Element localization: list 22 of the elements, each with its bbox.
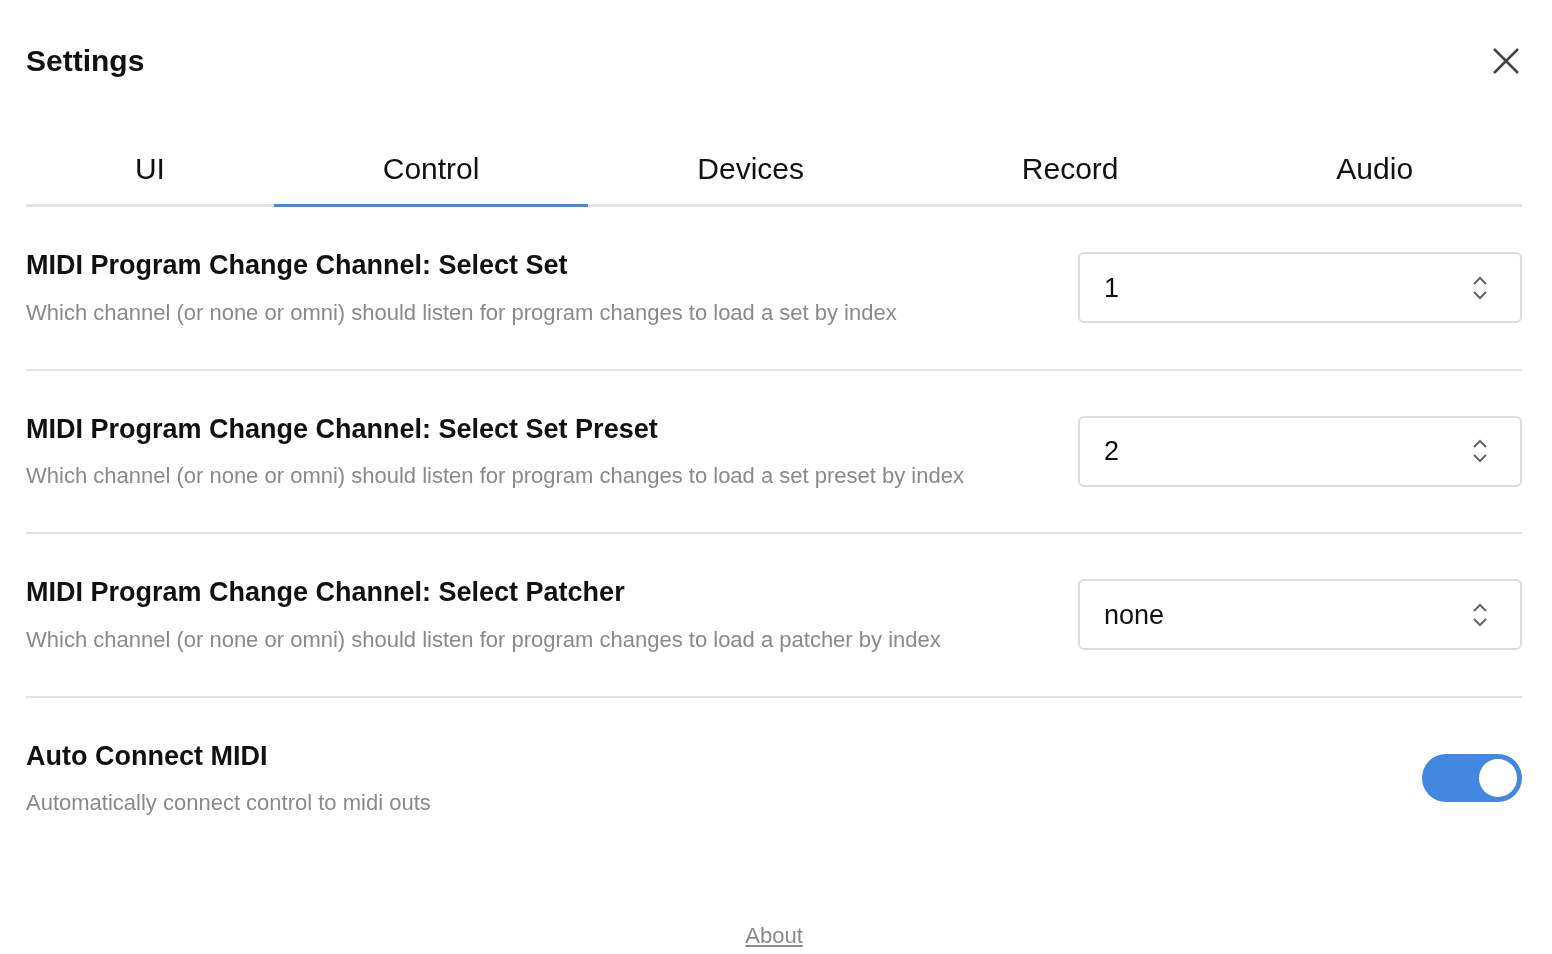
select-field[interactable]: 2 xyxy=(1078,415,1522,487)
select-field[interactable]: none xyxy=(1078,579,1522,651)
tab[interactable]: UI xyxy=(26,133,274,207)
tab[interactable]: Devices xyxy=(588,133,913,207)
chevron-up-down-icon xyxy=(1472,601,1488,628)
setting-title: MIDI Program Change Channel: Select Patcher xyxy=(26,576,626,609)
toggle-switch[interactable] xyxy=(1422,754,1522,803)
setting-description: Automatically connect control to midi outs xyxy=(26,789,431,817)
chevron-up-down-icon xyxy=(1472,438,1488,465)
setting-title: MIDI Program Change Channel: Select Set xyxy=(26,249,569,282)
setting-description: Which channel (or none or omni) should listen for program changes to load a set preset by index xyxy=(26,462,964,490)
close-icon[interactable] xyxy=(1493,47,1519,74)
chevron-up-down-icon xyxy=(1472,274,1488,301)
dialog-title: Settings xyxy=(26,43,145,79)
tab[interactable]: Audio xyxy=(1227,133,1522,207)
setting-title: MIDI Program Change Channel: Select Set Preset xyxy=(26,412,659,446)
setting-description: Which channel (or none or omni) should listen for program changes to load a set by index xyxy=(26,298,897,327)
setting-description: Which channel (or none or omni) should listen for program changes to load a patcher by index xyxy=(26,625,941,654)
tab[interactable]: Control xyxy=(273,133,589,207)
tab[interactable]: Record xyxy=(912,133,1228,207)
select-field[interactable]: 1 xyxy=(1078,252,1522,324)
setting-title: Auto Connect MIDI xyxy=(26,739,269,773)
